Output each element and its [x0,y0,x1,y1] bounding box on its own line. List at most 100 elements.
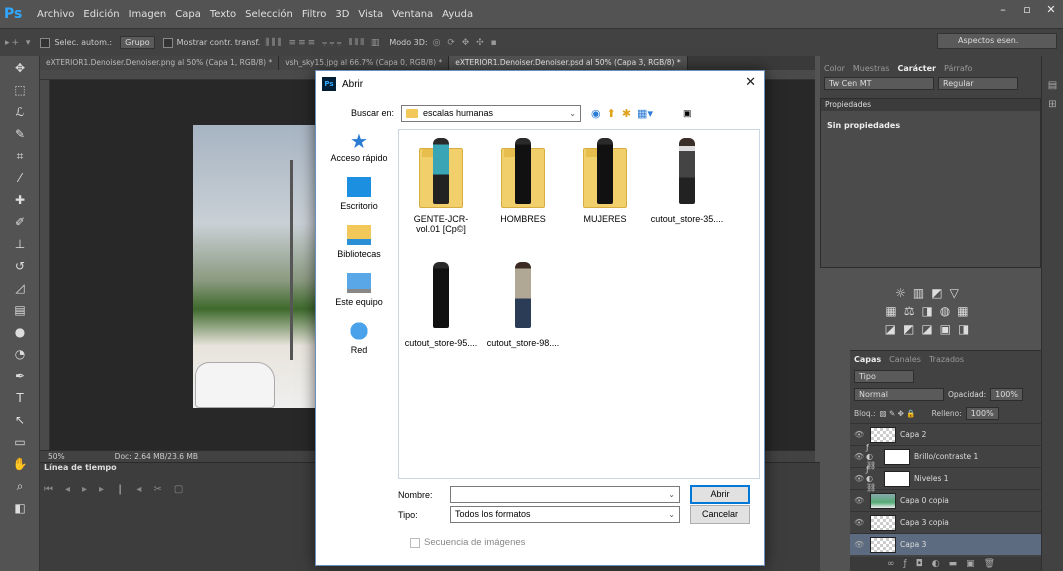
up-folder-icon[interactable]: ⬆ [607,107,616,120]
file-item[interactable]: cutout_store-98.... [483,260,563,348]
fill-field[interactable]: 100% [965,407,999,420]
eye-icon[interactable]: 👁 [854,518,866,527]
menu-ventana[interactable]: Ventana [392,9,433,20]
layer-row[interactable]: 👁 Capa 0 copia [850,489,1041,511]
sidebar-item-network[interactable]: Red [322,321,396,355]
crop-tool-icon[interactable]: ⌗ [6,146,34,166]
workspace-select[interactable]: Aspectos esen. [937,33,1057,49]
layer-name[interactable]: Capa 2 [900,430,926,439]
file-item[interactable]: GENTE-JCR- vol.01 [Cp©] [401,136,481,234]
zoom-level[interactable]: 50% [48,452,65,461]
menu-edicion[interactable]: Edición [83,9,119,20]
move-tool-icon[interactable]: ✥ [6,58,34,78]
tab-swatches[interactable]: Muestras [853,64,890,73]
dock-icon-2[interactable]: ⊞ [1042,99,1063,110]
doc-tab-3[interactable]: eXTERIOR1.Denoiser.Denoiser.psd al 50% (… [449,56,688,70]
layer-name[interactable]: Capa 0 copia [900,496,949,505]
eye-icon[interactable]: 👁 [854,540,866,549]
view-menu-icon[interactable]: ▦▾ [637,107,653,120]
font-family-select[interactable]: Tw Cen MT [824,77,934,90]
color-swatches[interactable]: ◧ [6,498,34,518]
hand-tool-icon[interactable]: ✋ [6,454,34,474]
opacity-field[interactable]: 100% [990,388,1023,401]
close-window-button[interactable]: ✕ [1039,0,1063,20]
pen-tool-icon[interactable]: ✒ [6,366,34,386]
gradient-tool-icon[interactable]: ▤ [6,300,34,320]
doc-tab-2[interactable]: vsh_sky15.jpg al 66.7% (Capa 0, RGB/8) * [279,56,450,70]
group-select[interactable]: Grupo [120,36,155,49]
show-transform-checkbox[interactable]: Mostrar contr. transf. [162,37,260,48]
cancel-button[interactable]: Cancelar [690,505,750,524]
minimize-button[interactable]: – [991,0,1015,20]
tab-paragraph[interactable]: Párrafo [944,64,972,73]
layer-name[interactable]: Capa 3 copia [900,518,949,527]
eye-icon[interactable]: 👁 [854,452,866,461]
menu-seleccion[interactable]: Selección [245,9,293,20]
tab-color[interactable]: Color [824,64,845,73]
dialog-close-icon[interactable]: ✕ [745,75,756,90]
sidebar-item-desktop[interactable]: Escritorio [322,177,396,211]
lock-icons[interactable]: ▨ ✎ ✥ 🔒 [880,409,916,418]
menu-filtro[interactable]: Filtro [302,9,327,20]
type-tool-icon[interactable]: T [6,388,34,408]
menu-vista[interactable]: Vista [358,9,383,20]
layer-row[interactable]: 👁 Capa 3 copia [850,511,1041,533]
sidebar-item-this-pc[interactable]: Este equipo [322,273,396,307]
brush-tool-icon[interactable]: ✐ [6,212,34,232]
blend-mode-select[interactable]: Normal [854,388,944,401]
timeline-playback-icons[interactable]: ⏮◂▸▸❙◂✂▢ [44,484,195,495]
tab-channels[interactable]: Canales [889,355,921,364]
tab-character[interactable]: Carácter [897,64,936,73]
quick-select-tool-icon[interactable]: ✎ [6,124,34,144]
font-style-select[interactable]: Regular [938,77,1018,90]
eye-icon[interactable]: 👁 [854,474,866,483]
file-item[interactable]: cutout_store-95.... [401,260,481,348]
dock-icon-1[interactable]: ▤ [1042,80,1063,91]
layer-row[interactable]: 👁 ƒ ◐ ⛓ Niveles 1 [850,465,1041,492]
timeline-title[interactable]: Línea de tiempo [44,463,117,472]
tab-paths[interactable]: Trazados [929,355,964,364]
sidebar-item-libraries[interactable]: Bibliotecas [322,225,396,259]
file-item[interactable]: cutout_store-35.... [647,136,727,224]
layer-row[interactable]: 👁 Capa 3 [850,533,1041,555]
layer-name[interactable]: Brillo/contraste 1 [914,452,978,461]
stamp-tool-icon[interactable]: ⊥ [6,234,34,254]
properties-title[interactable]: Propiedades [821,99,1040,111]
tab-layers[interactable]: Capas [854,355,881,364]
back-icon[interactable]: ◉ [591,107,601,120]
menu-archivo[interactable]: Archivo [37,9,74,20]
menu-imagen[interactable]: Imagen [129,9,167,20]
path-select-icon[interactable]: ↖ [6,410,34,430]
sidebar-item-quick-access[interactable]: ★ Acceso rápido [322,129,396,163]
auto-select-checkbox[interactable]: Selec. autom.: [40,37,112,48]
dodge-tool-icon[interactable]: ◔ [6,344,34,364]
layer-row[interactable]: 👁 Capa 2 [850,423,1041,445]
healing-tool-icon[interactable]: ✚ [6,190,34,210]
image-sequence-checkbox[interactable]: Secuencia de imágenes [410,537,525,548]
3d-mode-icons[interactable]: ◎ ⟳ ✥ ✣ ▪ [433,38,499,48]
adjustment-icons-row-2[interactable]: ▦⚖◨◍▦ [820,304,1041,318]
file-item[interactable]: HOMBRES [483,136,563,224]
adjustment-icons-row-1[interactable]: ☼▥◩▽ [820,286,1041,300]
history-brush-icon[interactable]: ↺ [6,256,34,276]
eraser-tool-icon[interactable]: ◿ [6,278,34,298]
menu-3d[interactable]: 3D [335,9,349,20]
eyedropper-tool-icon[interactable]: ⁄ [6,168,34,188]
align-icons[interactable]: ⫼⫼⫼ ≡≡≡ ⩦⩦⩦ ⫴⫴⫴ ▥ [265,38,381,48]
marquee-tool-icon[interactable]: ⬚ [6,80,34,100]
layer-filter-select[interactable]: Tipo [854,370,914,383]
look-in-select[interactable]: escalas humanas ⌄ [401,104,581,122]
filetype-select[interactable]: Todos los formatos ⌄ [450,506,680,523]
shape-tool-icon[interactable]: ▭ [6,432,34,452]
lasso-tool-icon[interactable]: ℒ [6,102,34,122]
menu-capa[interactable]: Capa [175,9,201,20]
move-tool-icon[interactable]: ▸+ ▾ [5,38,32,48]
layer-row[interactable]: 👁 ƒ ◐ ⛓ Brillo/contraste 1 [850,443,1041,470]
layer-name[interactable]: Capa 3 [900,540,926,549]
adjustment-icons-row-3[interactable]: ◪◩◪▣◨ [820,322,1041,336]
open-button[interactable]: Abrir [690,485,750,504]
maximize-button[interactable]: ▫ [1015,0,1039,20]
file-item[interactable]: MUJERES [565,136,645,224]
preview-toggle-icon[interactable]: ▣ [683,108,692,119]
layer-name[interactable]: Niveles 1 [914,474,949,483]
